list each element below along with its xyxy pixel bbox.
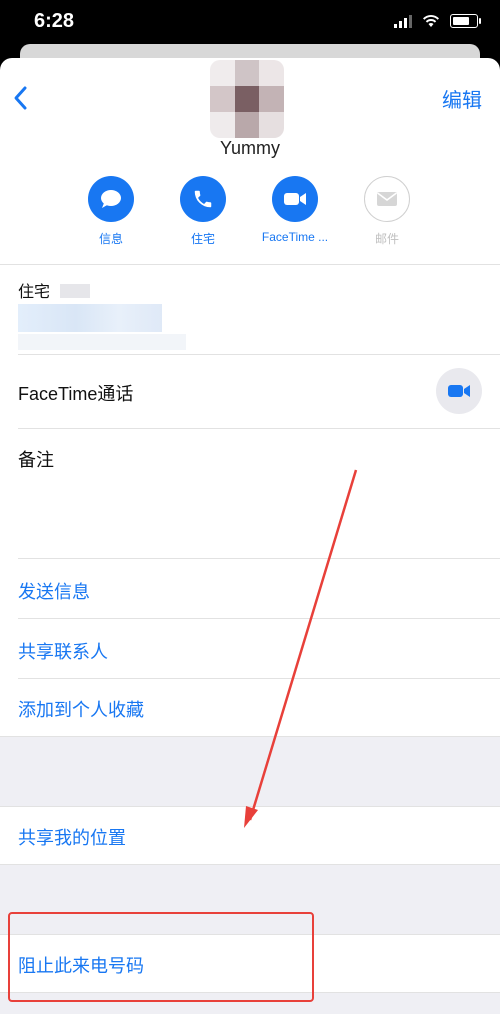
status-time: 6:28	[34, 10, 75, 32]
status-icons	[394, 14, 481, 28]
annotation-arrow	[244, 469, 358, 828]
wifi-icon	[423, 14, 439, 27]
battery-icon	[450, 14, 481, 28]
cellular-signal-icon	[394, 14, 412, 28]
contact-card: 编辑 Yummy 信息 住宅 FaceTime ... 邮件 住宅 FaceTi…	[0, 58, 500, 1014]
status-bar: 6:28	[0, 0, 500, 44]
